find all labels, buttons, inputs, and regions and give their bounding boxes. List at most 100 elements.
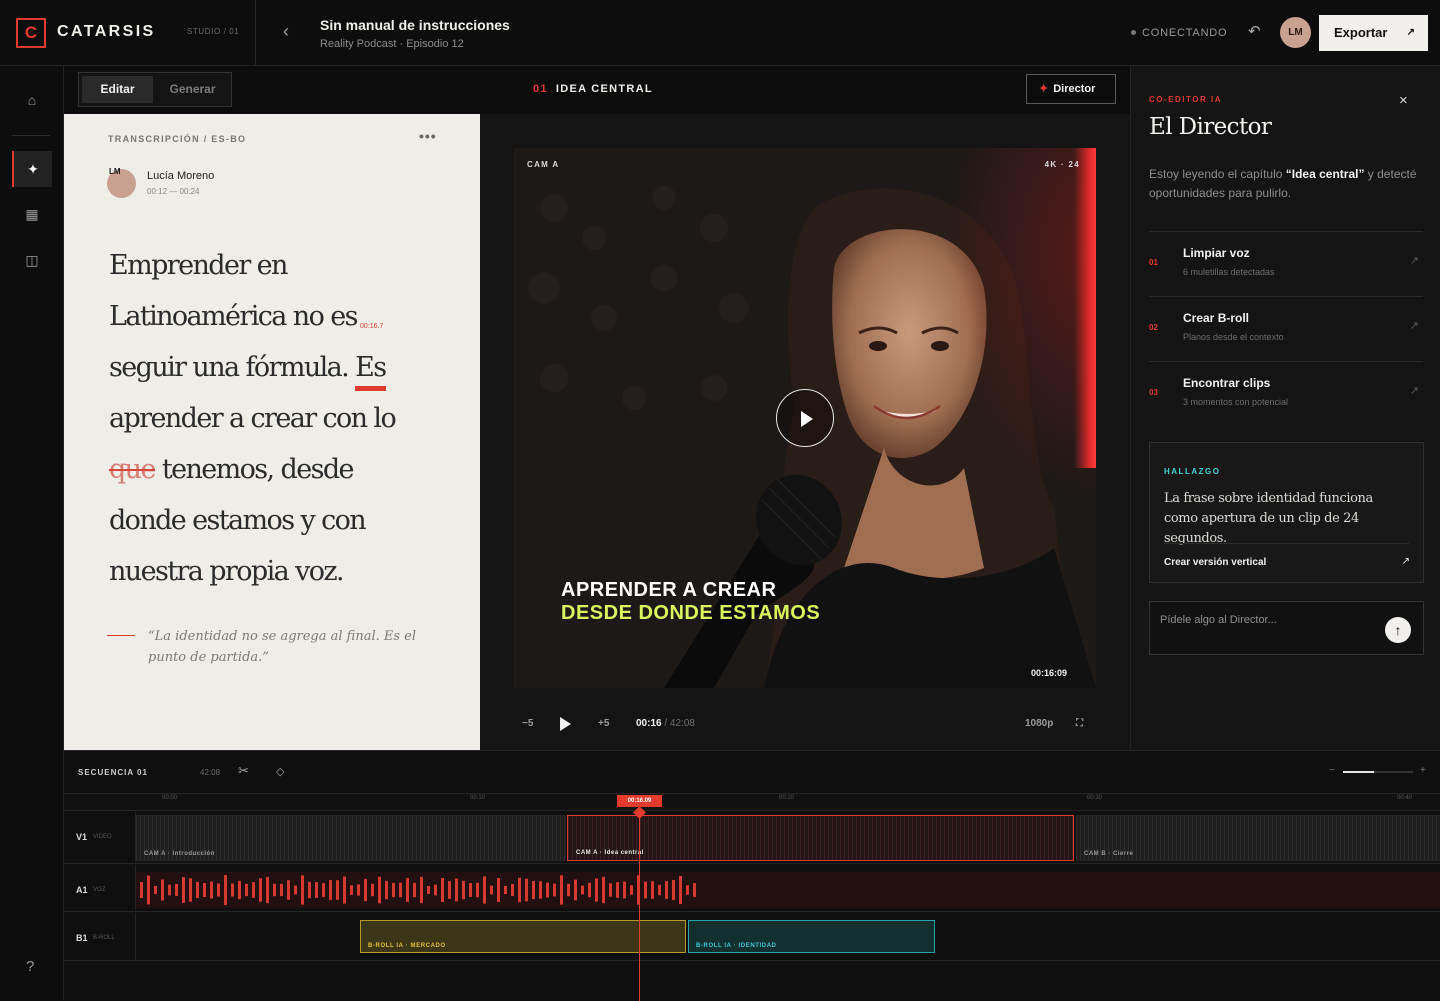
- waveform-bar: [462, 880, 465, 900]
- chevron-left-icon[interactable]: ‹: [283, 21, 289, 42]
- playhead[interactable]: [639, 802, 640, 1001]
- columns-icon[interactable]: ◫: [12, 242, 52, 278]
- avatar[interactable]: LM: [1280, 17, 1311, 48]
- waveform-bar: [322, 883, 325, 897]
- director-kicker: CO-EDITOR IA: [1149, 95, 1222, 104]
- forward-button[interactable]: +5: [598, 718, 609, 729]
- video-clip[interactable]: CAM B · Cierre: [1076, 815, 1440, 861]
- help-icon[interactable]: ?: [26, 958, 34, 975]
- resolution-label: 4K · 24: [1044, 160, 1080, 169]
- more-options-icon[interactable]: •••: [419, 128, 437, 144]
- track-type: B-ROLL: [93, 935, 115, 941]
- play-button[interactable]: [560, 717, 571, 731]
- video-clip-selected[interactable]: CAM A · Idea central: [567, 815, 1074, 861]
- director-button[interactable]: ✦ Director: [1026, 74, 1116, 104]
- suggestion-subtitle: 3 momentos con potencial: [1183, 397, 1289, 407]
- zoom-in-icon[interactable]: +: [1420, 765, 1426, 776]
- waveform-bar: [371, 883, 374, 897]
- send-icon[interactable]: ↑: [1385, 617, 1411, 643]
- waveform-bar: [553, 883, 556, 897]
- waveform-bar: [154, 885, 157, 895]
- close-icon[interactable]: ×: [1399, 92, 1408, 109]
- sparkle-icon[interactable]: ✦: [12, 151, 52, 187]
- waveform-bar: [196, 881, 199, 899]
- fullscreen-icon[interactable]: ⛶: [1076, 718, 1083, 729]
- video-player: CAM A 4K · 24 APRENDER A CREAR DESDE DON…: [480, 114, 1130, 750]
- mode-tabs: Editar Generar: [78, 72, 232, 107]
- zoom-slider[interactable]: [1343, 771, 1413, 773]
- waveform-bar: [231, 883, 234, 897]
- waveform-bar: [581, 885, 584, 895]
- brand-name: CATARSIS: [57, 23, 156, 40]
- broll-clip[interactable]: B-ROLL IA · MERCADO: [360, 920, 686, 953]
- undo-icon[interactable]: ↶: [1248, 22, 1261, 40]
- suggestion-limpiar-voz[interactable]: 01 Limpiar voz 6 muletillas detectadas ↗: [1149, 231, 1423, 296]
- waveform-bar: [329, 880, 332, 900]
- ask-director-input[interactable]: [1160, 614, 1370, 626]
- rewind-button[interactable]: −5: [522, 718, 533, 729]
- removed-word[interactable]: que: [109, 454, 156, 485]
- divider: [255, 0, 256, 66]
- grid-icon[interactable]: ▦: [12, 196, 52, 232]
- video-clip[interactable]: CAM A · Introducción: [136, 815, 566, 861]
- intro-text: Estoy leyendo el capítulo: [1149, 167, 1286, 181]
- section-title: 01 IDEA CENTRAL: [533, 83, 653, 95]
- waveform-bar: [602, 876, 605, 904]
- waveform-bar: [427, 885, 430, 895]
- waveform-bar: [259, 878, 262, 902]
- video-frame[interactable]: CAM A 4K · 24 APRENDER A CREAR DESDE DON…: [514, 148, 1096, 688]
- suggestion-crear-b-roll[interactable]: 02 Crear B-roll Planos desde el contexto…: [1149, 296, 1423, 361]
- ruler-tick: 00:00: [162, 795, 178, 801]
- home-icon[interactable]: ⌂: [12, 82, 52, 118]
- studio-label: STUDIO / 01: [187, 27, 240, 36]
- suggestion-subtitle: 6 muletillas detectadas: [1183, 267, 1275, 277]
- broll-clip[interactable]: B-ROLL IA · IDENTIDAD: [688, 920, 935, 953]
- waveform-bar: [686, 885, 689, 895]
- director-button-label: Director: [1053, 83, 1096, 95]
- export-button[interactable]: Exportar ↗: [1319, 15, 1428, 51]
- top-bar: C CATARSIS STUDIO / 01 ‹ Sin manual de i…: [0, 0, 1440, 66]
- zoom-out-icon[interactable]: −: [1329, 765, 1335, 776]
- speaker-time-range: 00:12 — 00:24: [147, 187, 200, 196]
- suggestion-title: Encontrar clips: [1183, 376, 1271, 390]
- waveform-bar: [497, 878, 500, 902]
- waveform-bar: [560, 875, 563, 905]
- transcript-label: TRANSCRIPCIÓN / ES-BO: [108, 134, 247, 144]
- marker-icon[interactable]: ◇: [276, 765, 284, 778]
- highlighted-word[interactable]: Es: [355, 349, 387, 391]
- waveform-bar: [392, 882, 395, 898]
- waveform-bar: [616, 882, 619, 898]
- audio-waveform[interactable]: [140, 872, 700, 908]
- waveform-bar: [189, 878, 192, 902]
- waveform-bar: [182, 877, 185, 903]
- tab-editar[interactable]: Editar: [82, 76, 153, 103]
- tab-generar[interactable]: Generar: [157, 76, 228, 103]
- create-vertical-button[interactable]: Crear versión vertical: [1164, 557, 1266, 568]
- ruler-tick: 00:40: [1397, 795, 1413, 801]
- arrow-up-right-icon[interactable]: ↗: [1402, 556, 1410, 567]
- waveform-bar: [364, 878, 367, 902]
- waveform-bar: [287, 880, 290, 900]
- scissors-icon[interactable]: ✂: [238, 763, 249, 779]
- play-overlay-button[interactable]: [776, 389, 834, 447]
- waveform-bar: [336, 880, 339, 900]
- clip-label: CAM A · Idea central: [576, 850, 644, 856]
- clip-label: CAM A · Introducción: [144, 851, 215, 857]
- waveform-bar: [343, 876, 346, 904]
- waveform-bar: [161, 879, 164, 901]
- quality-selector[interactable]: 1080p: [1025, 718, 1053, 729]
- waveform-bar: [546, 882, 549, 898]
- speaker-name: Lucía Moreno: [147, 170, 215, 182]
- waveform-bar: [224, 875, 227, 905]
- waveform-bar: [651, 881, 654, 899]
- waveform-bar: [574, 879, 577, 901]
- section-number: 01: [533, 83, 548, 95]
- transcript-text[interactable]: Emprender en Latinoamérica no es seguir …: [109, 240, 429, 597]
- waveform-bar: [252, 882, 255, 898]
- waveform-bar: [434, 884, 437, 896]
- waveform-bar: [672, 879, 675, 901]
- time-ruler[interactable]: 00:00 00:10 00:20 00:30 00:40: [64, 793, 1440, 811]
- caption-line-2: DESDE DONDE ESTAMOS: [561, 602, 821, 624]
- waveform-bar: [140, 882, 143, 898]
- suggestion-encontrar-clips[interactable]: 03 Encontrar clips 3 momentos con potenc…: [1149, 361, 1423, 426]
